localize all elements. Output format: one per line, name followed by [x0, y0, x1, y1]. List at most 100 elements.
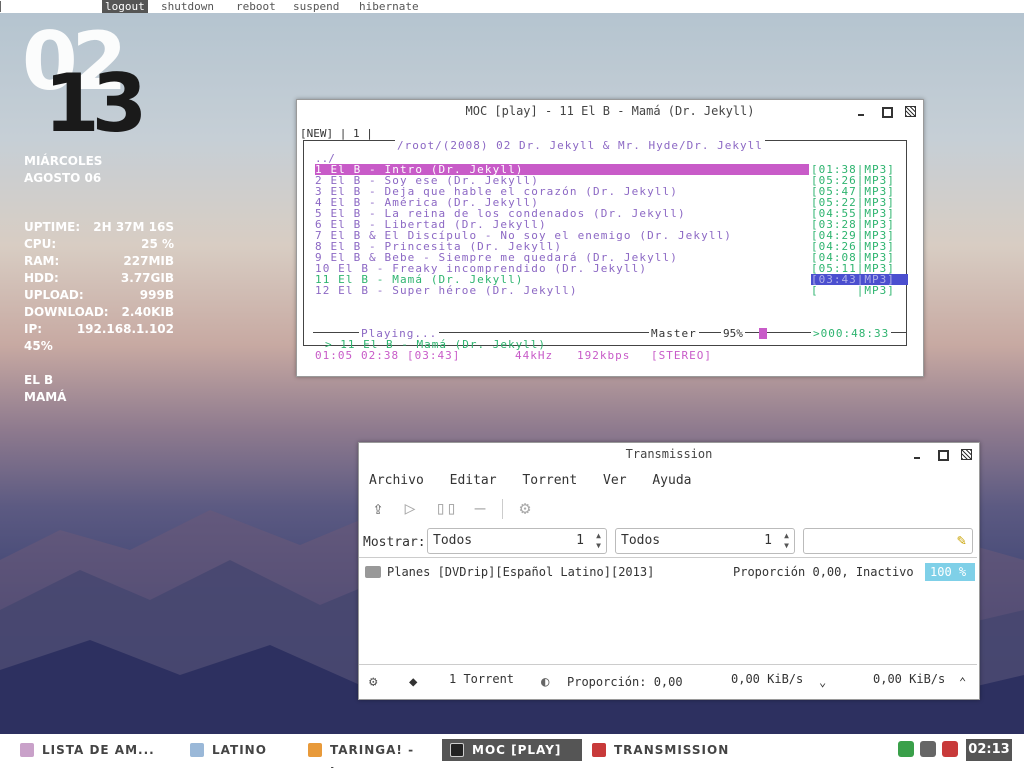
task-taringa[interactable]: TARINGA! - I... [300, 739, 438, 768]
menu-ayuda[interactable]: Ayuda [652, 473, 691, 488]
stat-value: 192.168.1.102 [76, 322, 174, 336]
transmission-tray-icon[interactable] [942, 741, 958, 757]
task-label: LATINO [212, 743, 267, 757]
torrent-row[interactable]: Planes [DVDrip][Español Latino][2013] Pr… [361, 562, 975, 582]
moc-window-title: MOC [play] - 11 El B - Mamá (Dr. Jekyll) [465, 104, 755, 118]
stat-key: RAM: [24, 254, 60, 268]
remove-icon[interactable]: — [469, 498, 491, 520]
maximize-button[interactable] [879, 100, 893, 122]
task-moc[interactable]: MOC [PLAY] ... [442, 739, 582, 768]
filter-count: 1 [764, 533, 772, 548]
moc-time-elapsed: 01:05 [315, 349, 354, 362]
properties-gear-icon[interactable]: ⚙ [514, 498, 536, 520]
tracker-filter-select[interactable]: Todos 1 ▲ ▼ [615, 528, 795, 554]
taskbar: LISTA DE AM... LATINO TARINGA! - I... MO… [0, 734, 1024, 768]
transmission-window-title: Transmission [625, 447, 713, 461]
moc-time-total: [03:43] [407, 349, 461, 362]
conky-weekday: MIÁRCOLES [24, 154, 103, 168]
torrent-name: Planes [DVDrip][Español Latino][2013] [387, 565, 655, 579]
chevron-up-icon: ⌃ [959, 675, 967, 689]
shutdown-button[interactable]: shutdown [158, 0, 217, 13]
search-input[interactable]: ✎ [803, 528, 973, 554]
stat-value: 227MIB [123, 254, 174, 268]
stat-key: UPTIME: [24, 220, 81, 234]
logout-button[interactable]: logout [102, 0, 148, 13]
preferences-gear-icon[interactable]: ⚙ [369, 667, 377, 697]
toolbar-separator [502, 499, 503, 519]
moc-path: /root/(2008) 02 Dr. Jekyll & Mr. Hyde/Dr… [395, 139, 765, 152]
stat-value: 2H 37M 16S [93, 220, 174, 234]
stat-value: 25 % [141, 237, 174, 251]
app-icon [20, 743, 34, 757]
task-lista-de-am[interactable]: LISTA DE AM... [12, 739, 176, 761]
reboot-button[interactable]: reboot [233, 0, 279, 13]
minimize-button[interactable] [855, 100, 869, 122]
minimize-button[interactable] [911, 443, 925, 465]
stat-key: HDD: [24, 271, 59, 285]
menu-ver[interactable]: Ver [603, 473, 626, 488]
moc-window: MOC [play] - 11 El B - Mamá (Dr. Jekyll)… [296, 99, 924, 377]
moc-bitrate: 192kbps [577, 349, 631, 362]
task-label: LISTA DE AM... [42, 743, 155, 757]
moc-titlebar: MOC [play] - 11 El B - Mamá (Dr. Jekyll) [297, 100, 923, 122]
activity-filter-select[interactable]: Todos 1 ▲ ▼ [427, 528, 607, 554]
topbar-divider [0, 1, 1, 12]
turtle-icon[interactable]: ◆ [409, 667, 417, 697]
torrent-progress: 100 % [925, 563, 975, 581]
taskbar-clock[interactable]: 02:13 [966, 739, 1012, 761]
statusbar: ⚙ ◆ 1 Torrent ◐ Proporción: 0,00 0,00 Ki… [359, 667, 977, 697]
upload-speed: 0,00 KiB/s [873, 672, 946, 686]
folder-icon [365, 566, 381, 578]
close-button[interactable] [903, 100, 917, 122]
spin-arrows-icon: ▲ ▼ [596, 531, 601, 550]
filter-value: Todos [433, 533, 473, 548]
filter-value: Todos [621, 533, 661, 548]
ratio-label: Proporción: 0,00 [567, 675, 683, 689]
moc-header-tabs: [NEW] | 1 | [300, 127, 373, 140]
stat-value: 2.40KIB [121, 305, 174, 319]
app-icon [190, 743, 204, 757]
moc-track-12-info: [ |MP3] [811, 284, 895, 297]
show-label: Mostrar: [363, 535, 426, 550]
moc-master-percent: 95% [721, 327, 745, 340]
moc-mode: [STEREO] [651, 349, 712, 362]
app-icon [308, 743, 322, 757]
menu-archivo[interactable]: Archivo [369, 473, 424, 488]
torrent-count: 1 Torrent [449, 672, 515, 686]
moc-track-12[interactable]: 12 El B - Super héroe (Dr. Jekyll) [315, 285, 809, 296]
clear-broom-icon[interactable]: ✎ [957, 531, 966, 549]
torrent-status: Proporción 0,00, Inactivo [733, 565, 914, 579]
suspend-button[interactable]: suspend [290, 0, 342, 13]
menu-torrent[interactable]: Torrent [522, 473, 577, 488]
task-transmission[interactable]: TRANSMISSION [584, 739, 740, 761]
task-label: TARINGA! - I... [330, 743, 415, 768]
menu-editar[interactable]: Editar [450, 473, 497, 488]
transmission-icon [592, 743, 606, 757]
download-tray-icon[interactable] [898, 741, 914, 757]
task-latino[interactable]: LATINO [182, 739, 292, 761]
transmission-titlebar: Transmission [359, 443, 979, 465]
open-torrent-icon[interactable]: ⇪ [367, 498, 389, 520]
task-label: MOC [PLAY] ... [472, 743, 562, 768]
maximize-button[interactable] [935, 443, 949, 465]
moc-time-left: 02:38 [361, 349, 400, 362]
stat-key: CPU: [24, 237, 57, 251]
stat-key: DOWNLOAD: [24, 305, 109, 319]
chat-tray-icon[interactable] [920, 741, 936, 757]
terminal-icon [450, 743, 464, 757]
ratio-icon[interactable]: ◐ [541, 667, 549, 697]
moc-frequency: 44kHz [515, 349, 554, 362]
conky-artist: EL B [24, 373, 54, 387]
hibernate-button[interactable]: hibernate [356, 0, 422, 13]
moc-volume-bar[interactable] [759, 328, 767, 339]
conky-volume: 45% [24, 339, 53, 353]
torrent-list: Planes [DVDrip][Español Latino][2013] Pr… [359, 557, 977, 665]
stat-key: UPLOAD: [24, 288, 84, 302]
stat-key: IP: [24, 322, 43, 336]
pause-icon[interactable]: ▯▯ [435, 498, 457, 520]
download-speed: 0,00 KiB/s [731, 672, 804, 686]
start-icon[interactable]: ▷ [399, 498, 421, 520]
spin-arrows-icon: ▲ ▼ [784, 531, 789, 550]
conky-date: AGOSTO 06 [24, 171, 102, 185]
close-button[interactable] [959, 443, 973, 465]
